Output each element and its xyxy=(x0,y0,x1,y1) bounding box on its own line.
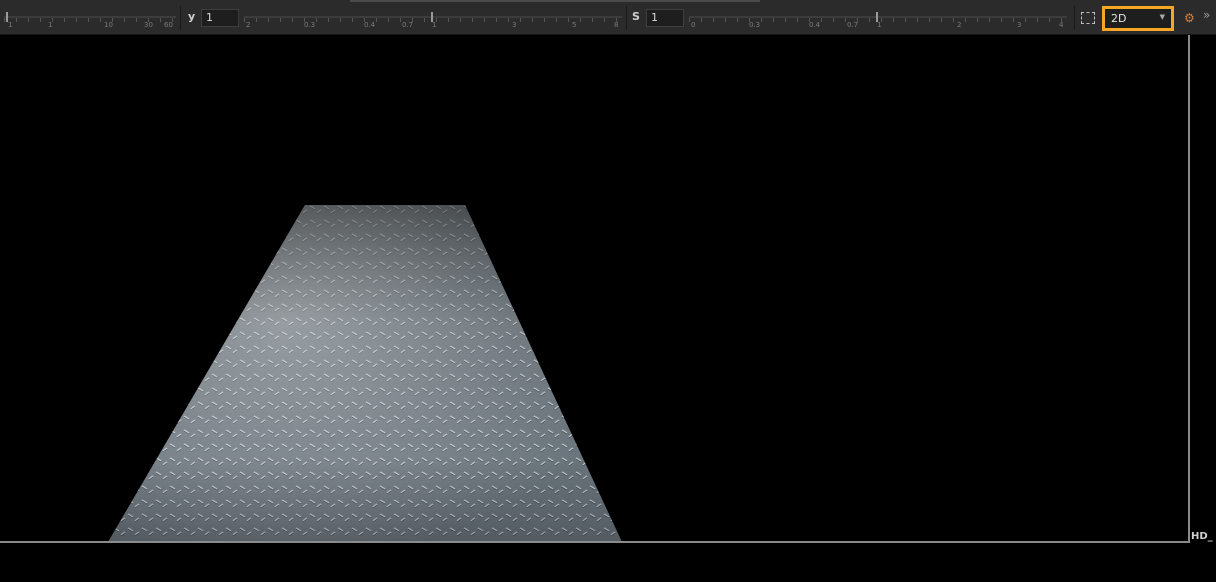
gamma-ruler-label: 0.7 xyxy=(402,21,414,29)
toolbar-separator xyxy=(1074,6,1075,30)
format-label: HD_ xyxy=(1191,531,1213,542)
dropdown-arrow-icon: ▼ xyxy=(1159,13,1165,21)
gamma-label: y xyxy=(188,10,196,23)
saturation-slider[interactable]: 0 0.3 0.4 0.7 1 2 3 4 xyxy=(689,8,1067,30)
gamma-ruler-label: 1 xyxy=(432,21,437,29)
saturation-ruler-label: 0.4 xyxy=(809,21,821,29)
gamma-ruler-label: 0.4 xyxy=(364,21,376,29)
double-chevron-down-icon[interactable]: » xyxy=(1203,9,1210,21)
gamma-ruler-label: 0.3 xyxy=(304,21,316,29)
viewer-canvas[interactable] xyxy=(0,35,1188,542)
paint-icon[interactable]: ⚙ xyxy=(1184,12,1195,24)
gamma-ruler-label: 5 xyxy=(572,21,577,29)
saturation-label: S xyxy=(632,10,640,23)
roi-icon[interactable] xyxy=(1081,12,1095,24)
saturation-ruler-label: 2 xyxy=(957,21,962,29)
gamma-input[interactable]: 1 xyxy=(201,9,239,27)
toolbar-separator xyxy=(180,6,181,30)
toolbar-top-divider xyxy=(350,0,760,2)
x-ruler-label: 10 xyxy=(104,21,113,29)
viewer-status-area xyxy=(0,543,1216,582)
x-ruler-label: 30 xyxy=(144,21,153,29)
saturation-ruler-label: 1 xyxy=(877,21,882,29)
gamma-ruler-label: 3 xyxy=(512,21,517,29)
x-ruler-label: 60 xyxy=(164,21,173,29)
toolbar-separator xyxy=(626,6,627,30)
viewer-toolbar: 1 1 10 30 60 y 1 2 0.3 0.4 0.7 1 3 5 8 S… xyxy=(0,0,1216,35)
rendered-image xyxy=(108,205,622,542)
gamma-ruler-label: 8 xyxy=(614,21,619,29)
saturation-ruler-label: 4 xyxy=(1059,21,1064,29)
gamma-ruler-label: 2 xyxy=(246,21,251,29)
x-ruler-label: 1 xyxy=(8,21,13,29)
saturation-input[interactable]: 1 xyxy=(646,9,684,27)
saturation-ruler-label: 0.3 xyxy=(749,21,761,29)
view-mode-value: 2D xyxy=(1111,12,1127,25)
saturation-ruler-label: 0.7 xyxy=(847,21,859,29)
view-mode-select[interactable]: 2D ▼ xyxy=(1102,6,1174,31)
gamma-slider[interactable]: 2 0.3 0.4 0.7 1 3 5 8 xyxy=(244,8,622,30)
format-box-right-edge xyxy=(1188,35,1190,542)
x-ruler-label: 1 xyxy=(48,21,53,29)
metal-plate-highlight xyxy=(108,205,622,542)
saturation-ruler-label: 3 xyxy=(1017,21,1022,29)
x-slider[interactable]: 1 1 10 30 60 xyxy=(4,8,176,30)
saturation-ruler-label: 0 xyxy=(691,21,696,29)
